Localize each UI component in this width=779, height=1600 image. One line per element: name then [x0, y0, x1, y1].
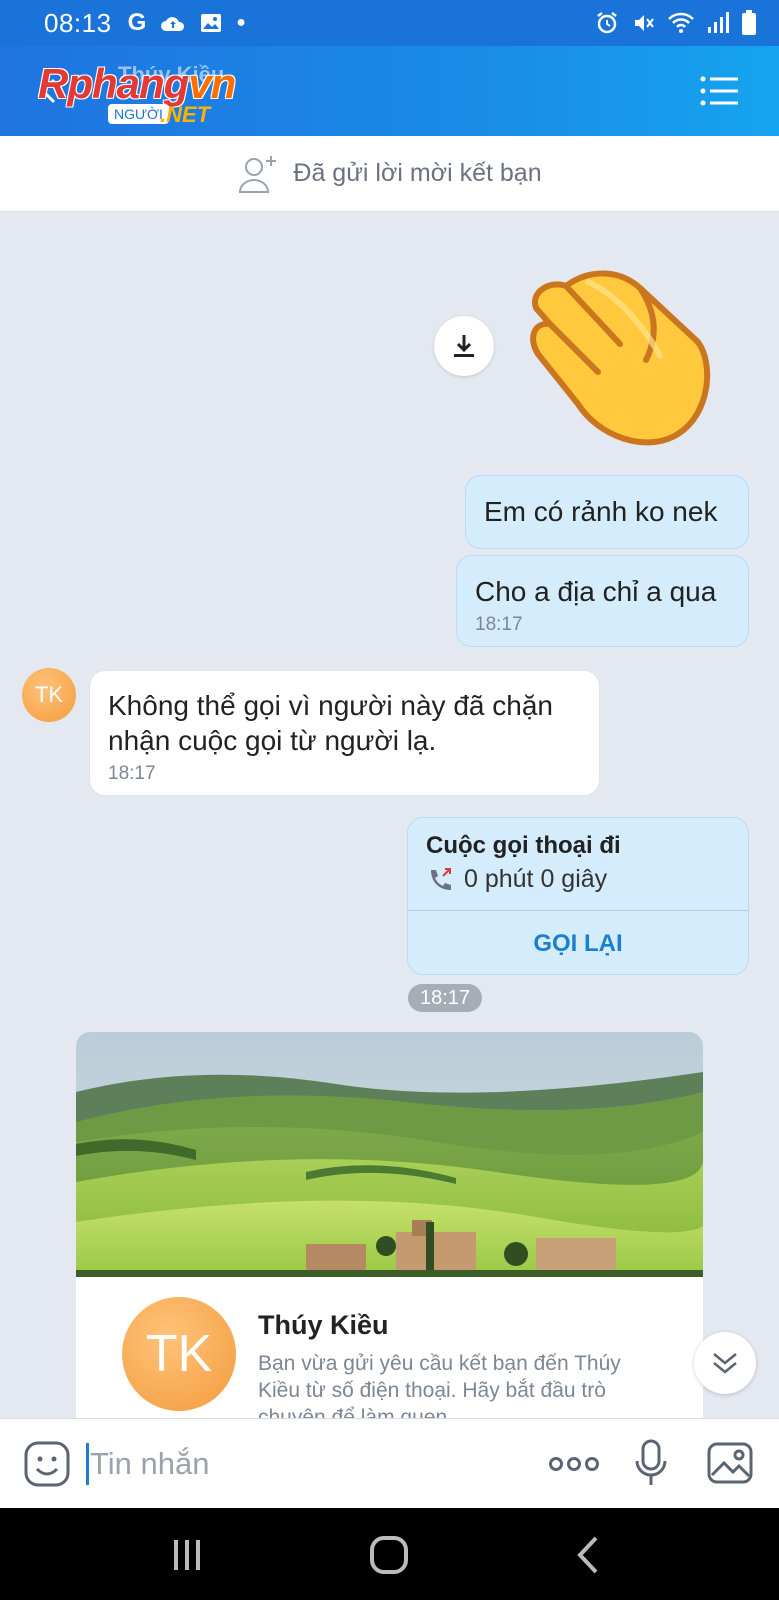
text-cursor	[86, 1443, 89, 1485]
call-title: Cuộc gọi thoại đi	[426, 832, 621, 859]
friend-request-banner: Đã gửi lời mời kết bạn	[0, 136, 779, 212]
outgoing-call-card: Cuộc gọi thoại đi 0 phút 0 giây GỌI LẠI	[407, 817, 749, 975]
chat-area[interactable]: Em có rảnh ko nek Cho a địa chỉ a qua 18…	[0, 212, 779, 1418]
message-time: 18:17	[475, 614, 523, 635]
watermark-logo: Thúy Kiều Rphangvn NGƯỜI .NET	[38, 56, 278, 128]
battery-icon	[742, 10, 756, 35]
landscape-image	[76, 1032, 703, 1277]
status-bar: 08:13 G ●	[0, 0, 779, 46]
waving-hand-sticker[interactable]	[528, 264, 718, 448]
message-text: Cho a địa chỉ a qua	[475, 576, 717, 607]
call-duration: 0 phút 0 giây	[426, 865, 607, 894]
message-text: Em có rảnh ko nek	[484, 496, 718, 527]
contact-avatar[interactable]: TK	[22, 668, 76, 722]
dot-icon: ●	[236, 14, 246, 31]
more-options-icon[interactable]	[548, 1443, 600, 1485]
chat-header: Thúy Kiều Rphangvn NGƯỜI .NET	[0, 46, 779, 136]
home-icon[interactable]	[364, 1530, 414, 1580]
message-bubble-outgoing[interactable]: Em có rảnh ko nek	[465, 475, 749, 549]
contact-profile-card[interactable]: TK Thúy Kiều Bạn vừa gửi yêu cầu kết bạn…	[76, 1032, 703, 1418]
sticker-icon[interactable]	[24, 1441, 70, 1487]
alarm-icon	[597, 12, 617, 34]
outgoing-call-icon	[431, 867, 451, 890]
image-picker-icon[interactable]	[706, 1439, 754, 1487]
recent-apps-icon[interactable]	[162, 1530, 212, 1580]
message-composer	[0, 1418, 779, 1508]
add-friend-icon	[239, 155, 277, 193]
message-bubble-outgoing[interactable]: Cho a địa chỉ a qua 18:17	[456, 555, 749, 647]
cloud-upload-icon	[161, 17, 185, 31]
microphone-icon[interactable]	[634, 1439, 668, 1489]
watermark-net: .NET	[160, 102, 211, 127]
call-back-button[interactable]: GỌI LẠI	[408, 911, 748, 974]
double-chevron-down-icon	[713, 1353, 737, 1374]
profile-description: Bạn vừa gửi yêu cầu kết bạn đến Thúy Kiề…	[258, 1352, 621, 1418]
profile-name: Thúy Kiều	[258, 1310, 389, 1340]
scroll-to-bottom-button[interactable]	[694, 1332, 756, 1394]
download-button[interactable]	[434, 316, 494, 376]
g-icon: G	[127, 9, 147, 36]
message-text-line1: Không thể gọi vì người này đã chặn	[108, 690, 553, 721]
time-separator: 18:17	[408, 984, 482, 1012]
system-nav-bar	[0, 1508, 779, 1600]
wifi-icon	[668, 12, 694, 33]
image-icon	[201, 14, 222, 32]
status-time: 08:13	[44, 7, 112, 38]
back-icon[interactable]	[566, 1530, 616, 1580]
message-input[interactable]	[90, 1441, 470, 1487]
download-icon	[454, 335, 474, 357]
watermark-brand: Rphangvn	[38, 60, 236, 107]
profile-avatar[interactable]: TK	[122, 1297, 236, 1411]
message-text-line2: nhận cuộc gọi từ người lạ.	[108, 725, 437, 756]
mute-icon	[635, 15, 654, 31]
menu-list-icon[interactable]	[699, 74, 739, 108]
signal-icon	[708, 12, 729, 33]
message-bubble-incoming[interactable]: Không thể gọi vì người này đã chặn nhận …	[89, 670, 600, 796]
friend-request-text: Đã gửi lời mời kết bạn	[293, 159, 542, 187]
message-time: 18:17	[108, 763, 156, 784]
